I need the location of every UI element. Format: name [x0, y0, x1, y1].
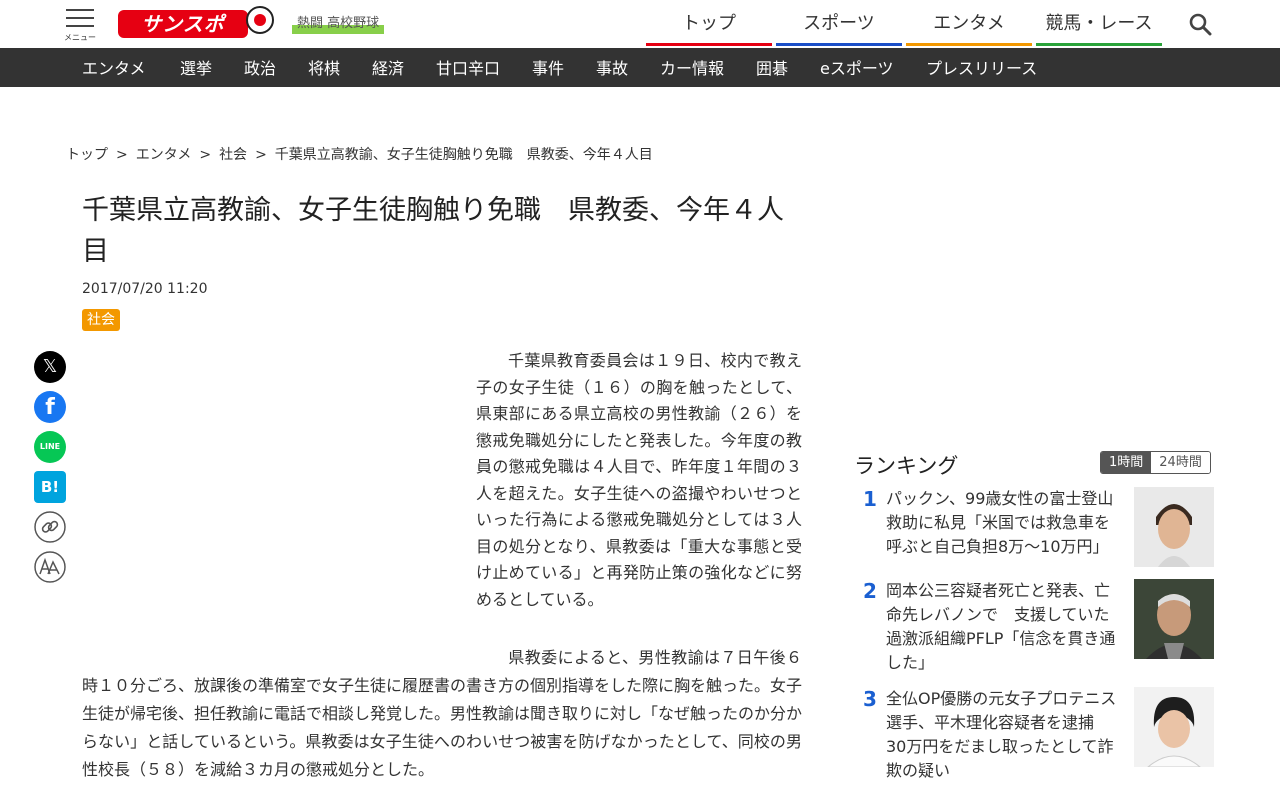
menu-button[interactable]: メニュー — [64, 6, 96, 42]
ranking-item[interactable]: 1 パックン、99歳女性の富士登山救助に私見「米国では救急車を呼ぶと自己負担8万… — [854, 487, 1214, 567]
ranking-thumbnail[interactable] — [1134, 487, 1214, 567]
highschool-baseball-badge[interactable]: 熱闘 高校野球 — [292, 14, 385, 34]
breadcrumb-separator: > — [199, 147, 212, 163]
hatena-logo: B! — [40, 478, 60, 496]
ranking-thumbnail[interactable] — [1134, 687, 1214, 767]
site-logo[interactable]: サンスポ — [118, 6, 276, 40]
link-icon[interactable] — [34, 511, 66, 543]
article-date: 2017/07/20 11:20 — [82, 281, 208, 297]
subnav-item-entame[interactable]: エンタメ — [82, 48, 146, 87]
line-icon[interactable]: LINE — [34, 431, 66, 463]
nav-tab-underline — [776, 43, 902, 46]
facebook-icon[interactable]: f — [34, 391, 66, 423]
nav-tab-entame[interactable]: エンタメ — [906, 0, 1032, 46]
subnav-item-incident[interactable]: 事件 — [532, 48, 564, 87]
line-logo: LINE — [39, 442, 61, 451]
x-icon[interactable]: 𝕏 — [34, 351, 66, 383]
ranking-number: 3 — [863, 687, 877, 711]
hamburger-bar — [66, 25, 94, 27]
ranking-number: 2 — [863, 579, 877, 603]
subnav-item-press-release[interactable]: プレスリリース — [926, 48, 1037, 87]
ranking-item[interactable]: 2 岡本公三容疑者死亡と発表、亡命先レバノンで 支援していた過激派組織PFLP「… — [854, 579, 1214, 675]
breadcrumb-item-current: 千葉県立高教諭、女子生徒胸触り免職 県教委、今年４人目 — [274, 147, 653, 163]
breadcrumb: トップ > エンタメ > 社会 > 千葉県立高教諭、女子生徒胸触り免職 県教委、今年４人目 — [66, 144, 657, 164]
subnav-item-accident[interactable]: 事故 — [596, 48, 628, 87]
nav-tab-top[interactable]: トップ — [646, 0, 772, 46]
logo-emblem-icon — [246, 6, 274, 34]
hamburger-bar — [66, 17, 94, 19]
subnav-item-politics[interactable]: 政治 — [244, 48, 276, 87]
subnav-item-economy[interactable]: 経済 — [372, 48, 404, 87]
breadcrumb-separator: > — [116, 147, 128, 163]
nav-tab-keiba[interactable]: 競馬・レース — [1036, 0, 1162, 46]
search-icon[interactable] — [1188, 12, 1212, 36]
sub-navigation: エンタメ 選挙 政治 将棋 経済 甘口辛口 事件 事故 カー情報 囲碁 eスポー… — [0, 48, 1280, 87]
ranking-tabs: 1時間 24時間 — [1100, 451, 1211, 474]
nav-tab-label: 競馬・レース — [1045, 13, 1153, 34]
ranking-item[interactable]: 3 全仏OP優勝の元女子プロテニス選手、平木理化容疑者を逮捕 30万円をだまし取… — [854, 687, 1214, 783]
article-paragraph: 県教委によると、男性教諭は７日午後６時１０分ごろ、放課後の準備室で女子生徒に履歴… — [82, 644, 802, 784]
breadcrumb-separator: > — [255, 147, 267, 163]
nav-tab-label: エンタメ — [933, 13, 1005, 34]
nav-tab-sports[interactable]: スポーツ — [776, 0, 902, 46]
ranking-title: ランキング — [854, 454, 959, 478]
ranking-tab-24h[interactable]: 24時間 — [1151, 452, 1210, 473]
hatena-bookmark-icon[interactable]: B! — [34, 471, 66, 503]
hamburger-icon — [66, 9, 94, 11]
nav-tab-underline — [906, 43, 1032, 46]
subnav-item-go[interactable]: 囲碁 — [756, 48, 788, 87]
breadcrumb-item-society[interactable]: 社会 — [219, 147, 247, 163]
nav-tab-underline — [1036, 43, 1162, 46]
article-paragraph-text: 県教委によると、男性教諭は７日午後６時１０分ごろ、放課後の準備室で女子生徒に履歴… — [82, 648, 803, 779]
x-logo: 𝕏 — [42, 356, 58, 377]
article-paragraph: 千葉県教育委員会は１９日、校内で教え子の女子生徒（１６）の胸を触ったとして、県東… — [476, 351, 802, 609]
site-header: メニュー サンスポ 熱闘 高校野球 トップ スポーツ エンタメ 競馬・レース — [0, 0, 1280, 48]
nav-tab-label: スポーツ — [803, 13, 875, 34]
facebook-logo: f — [45, 395, 55, 420]
subnav-item-car[interactable]: カー情報 — [660, 48, 724, 87]
breadcrumb-item-entame[interactable]: エンタメ — [136, 147, 192, 163]
logo-text: サンスポ — [118, 10, 248, 38]
nav-tab-label: トップ — [682, 13, 736, 34]
ranking-thumbnail[interactable] — [1134, 579, 1214, 659]
nav-tab-underline — [646, 43, 772, 46]
font-size-icon[interactable] — [34, 551, 66, 583]
breadcrumb-item-top[interactable]: トップ — [66, 147, 108, 163]
ranking-headline[interactable]: 全仏OP優勝の元女子プロテニス選手、平木理化容疑者を逮捕 30万円をだまし取った… — [886, 687, 1124, 783]
ranking-headline[interactable]: パックン、99歳女性の富士登山救助に私見「米国では救急車を呼ぶと自己負担8万～1… — [886, 487, 1124, 559]
subnav-item-esports[interactable]: eスポーツ — [820, 48, 894, 87]
ranking-number: 1 — [863, 487, 877, 511]
category-tag[interactable]: 社会 — [82, 309, 120, 331]
ranking-tab-1h[interactable]: 1時間 — [1101, 452, 1152, 473]
menu-label: メニュー — [64, 33, 96, 42]
ranking-headline[interactable]: 岡本公三容疑者死亡と発表、亡命先レバノンで 支援していた過激派組織PFLP「信念… — [886, 579, 1124, 675]
subnav-item-amakuchi[interactable]: 甘口辛口 — [436, 48, 500, 87]
subnav-item-shogi[interactable]: 将棋 — [308, 48, 340, 87]
subnav-item-election[interactable]: 選挙 — [180, 48, 212, 87]
article-title: 千葉県立高教諭、女子生徒胸触り免職 県教委、今年４人目 — [82, 195, 784, 267]
